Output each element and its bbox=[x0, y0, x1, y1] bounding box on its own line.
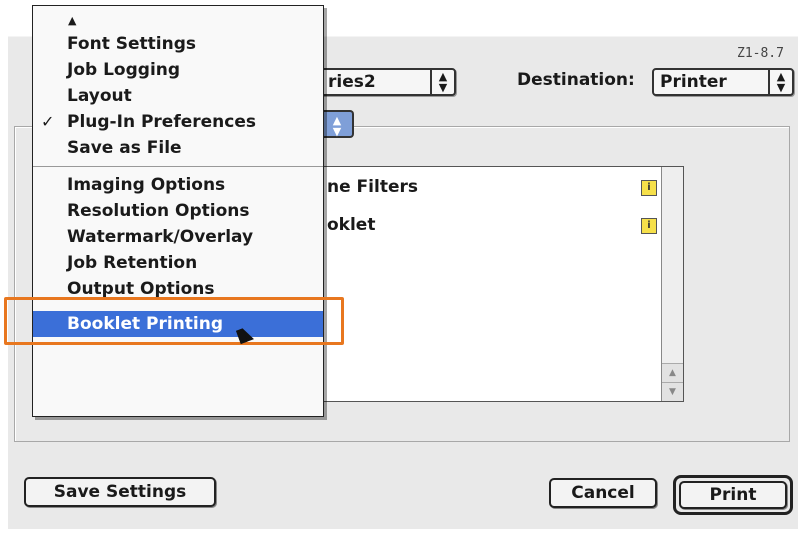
highlight-outline bbox=[4, 297, 344, 345]
menu-separator bbox=[33, 166, 323, 167]
print-button-ring: Print bbox=[673, 475, 793, 515]
save-settings-button[interactable]: Save Settings bbox=[24, 477, 216, 507]
cancel-button[interactable]: Cancel bbox=[549, 478, 657, 508]
scroll-up-icon[interactable]: ▲ bbox=[662, 363, 683, 382]
menu-item-layout[interactable]: Layout bbox=[33, 83, 323, 109]
menu-item-label: Font Settings bbox=[67, 34, 196, 54]
menu-item-job-logging[interactable]: Job Logging bbox=[33, 57, 323, 83]
list-item-label: oklet bbox=[327, 215, 376, 235]
menu-item-watermark-overlay[interactable]: Watermark/Overlay bbox=[33, 224, 323, 250]
destination-popup[interactable]: Printer ▲ ▼ bbox=[652, 68, 794, 96]
menu-item-label: Plug-In Preferences bbox=[67, 112, 257, 132]
menu-item-label: Imaging Options bbox=[67, 175, 226, 195]
panel-popup-arrows-icon[interactable]: ▲ ▼ bbox=[322, 110, 354, 138]
panel-menu: ▲ Font Settings Job Logging Layout ✓ Plu… bbox=[32, 5, 324, 417]
list-scrollbar[interactable]: ▲ ▼ bbox=[661, 167, 683, 401]
menu-item-resolution-options[interactable]: Resolution Options bbox=[33, 198, 323, 224]
menu-item-font-settings[interactable]: Font Settings bbox=[33, 31, 323, 57]
menu-item-label: Resolution Options bbox=[67, 201, 250, 221]
destination-label: Destination: bbox=[517, 70, 635, 90]
destination-popup-value: Printer bbox=[660, 72, 727, 92]
menu-item-plug-in-preferences[interactable]: ✓ Plug-In Preferences bbox=[33, 109, 323, 135]
menu-item-imaging-options[interactable]: Imaging Options bbox=[33, 172, 323, 198]
menu-item-label: Job Retention bbox=[67, 253, 198, 273]
menu-item-save-as-file[interactable]: Save as File bbox=[33, 135, 323, 161]
menu-item-job-retention[interactable]: Job Retention bbox=[33, 250, 323, 276]
menu-scroll-up-icon[interactable]: ▲ bbox=[68, 14, 76, 27]
print-button[interactable]: Print bbox=[679, 481, 787, 509]
scroll-down-icon[interactable]: ▼ bbox=[662, 382, 683, 401]
menu-item-label: Job Logging bbox=[67, 60, 181, 80]
list-item[interactable]: ne Filters bbox=[323, 174, 661, 200]
checkmark-icon: ✓ bbox=[41, 112, 55, 131]
info-icon[interactable]: i bbox=[641, 218, 657, 234]
list-item[interactable]: oklet bbox=[323, 212, 661, 238]
list-item-label: ne Filters bbox=[327, 177, 418, 197]
menu-item-label: Save as File bbox=[67, 138, 182, 158]
plugin-list[interactable]: ne Filters i oklet i ▲ ▼ bbox=[322, 166, 684, 402]
popup-arrows-icon: ▲ ▼ bbox=[430, 70, 454, 94]
menu-item-label: Watermark/Overlay bbox=[67, 227, 254, 247]
menu-item-label: Output Options bbox=[67, 279, 215, 299]
menu-item-label: Layout bbox=[67, 86, 132, 106]
version-label: Z1-8.7 bbox=[737, 46, 784, 61]
info-icon[interactable]: i bbox=[641, 180, 657, 196]
popup-arrows-icon: ▲ ▼ bbox=[768, 70, 792, 94]
